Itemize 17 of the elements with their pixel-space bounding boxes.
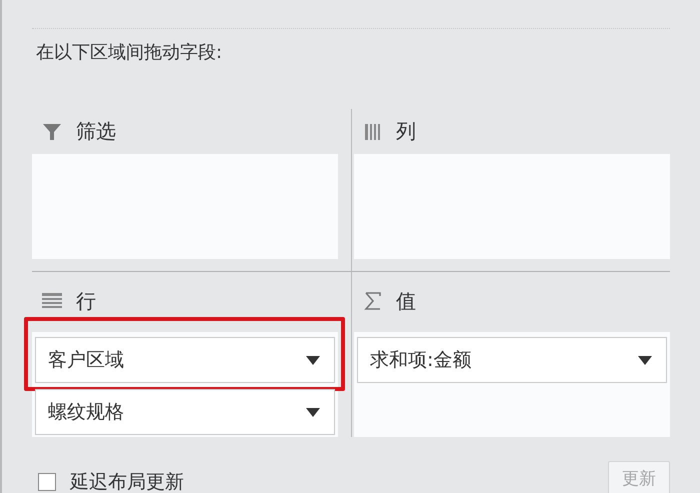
- caret-icon: [306, 408, 320, 416]
- field-dropdown[interactable]: 求和项:金额: [357, 337, 667, 383]
- instruction-text: 在以下区域间拖动字段:: [36, 41, 224, 65]
- rows-icon: [42, 293, 62, 309]
- caret-icon: [306, 356, 320, 364]
- filter-icon: [42, 122, 62, 142]
- field-dropdown[interactable]: 螺纹规格: [35, 389, 335, 435]
- checkbox[interactable]: [38, 473, 56, 491]
- area-title: 列: [396, 118, 416, 145]
- sigma-icon: [364, 292, 382, 310]
- area-title: 筛选: [76, 118, 116, 145]
- area-title: 行: [76, 288, 96, 314]
- caret-icon: [638, 356, 652, 364]
- checkbox-label: 延迟布局更新: [70, 470, 184, 493]
- columns-icon: [364, 122, 382, 140]
- area-title: 值: [396, 288, 416, 314]
- field-dropdown[interactable]: 客户区域: [35, 337, 335, 383]
